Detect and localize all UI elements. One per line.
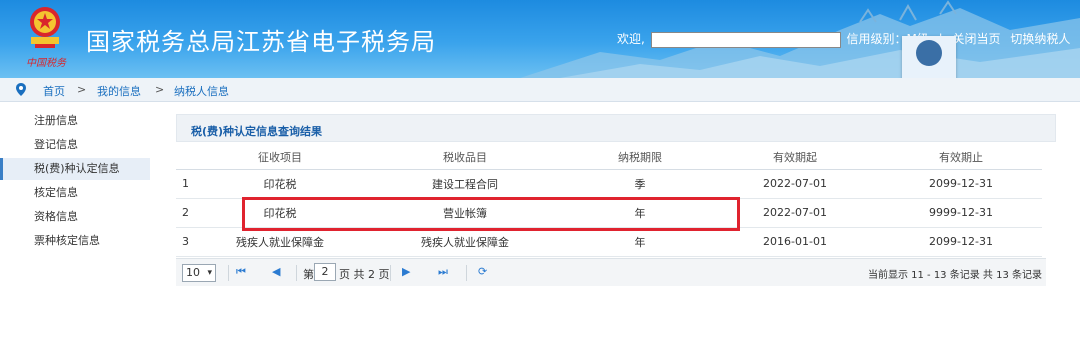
taxpayer-name-field — [650, 31, 841, 48]
next-page-icon[interactable]: ▶ — [402, 265, 410, 278]
user-avatar-icon[interactable] — [902, 36, 956, 78]
page-prefix: 第 — [303, 268, 314, 281]
page-size-value: 10 — [186, 266, 200, 279]
col-header-end: 有效期止 — [880, 145, 1042, 170]
panel-title: 税(费)种认定信息查询结果 — [191, 125, 323, 138]
pagination-bar: 10 ▾ ⏮ ◀ 第 2 页 共 2 页 ▶ ⏭ ⟳ 当前显示 11 - 13 … — [176, 258, 1046, 286]
sidebar-item-qualification[interactable]: 资格信息 — [0, 206, 150, 228]
col-header-index — [176, 145, 200, 170]
page-suffix: 页 共 2 页 — [339, 268, 390, 281]
table-header-row: 征收项目 税收品目 纳税期限 有效期起 有效期止 — [176, 145, 1042, 170]
col-header-start: 有效期起 — [710, 145, 880, 170]
panel-header: 税(费)种认定信息查询结果 — [176, 114, 1056, 142]
site-header: 中国税务 国家税务总局江苏省电子税务局 欢迎, 信用级别：M级 | 关闭当页 切… — [0, 0, 1080, 78]
table-row[interactable]: 1 印花税 建设工程合同 季 2022-07-01 2099-12-31 — [176, 169, 1042, 199]
tax-emblem-icon — [30, 7, 60, 48]
last-page-icon[interactable]: ⏭ — [438, 265, 448, 279]
breadcrumb-my-info[interactable]: 我的信息 — [97, 83, 141, 99]
cell-period: 季 — [570, 169, 710, 199]
welcome-text: 欢迎, — [617, 32, 645, 46]
header-slogan: 中国税务 — [26, 58, 66, 69]
cell-period: 年 — [570, 227, 710, 257]
cell-end: 2099-12-31 — [880, 227, 1042, 257]
table-row[interactable]: 3 残疾人就业保障金 残疾人就业保障金 年 2016-01-01 2099-12… — [176, 227, 1042, 257]
sidebar-item-assessment[interactable]: 核定信息 — [0, 182, 150, 204]
cell-project: 印花税 — [200, 169, 360, 199]
highlight-box — [242, 197, 740, 231]
cell-index: 2 — [176, 198, 200, 228]
sidebar-item-enrollment[interactable]: 登记信息 — [0, 134, 150, 156]
avatar-circle — [916, 40, 942, 66]
site-title: 国家税务总局江苏省电子税务局 — [86, 28, 436, 56]
close-page-link[interactable]: 关闭当页 — [953, 32, 1001, 46]
pager-divider — [228, 265, 229, 281]
breadcrumb-home[interactable]: 首页 — [43, 83, 65, 99]
pager-divider — [296, 265, 297, 281]
col-header-period: 纳税期限 — [570, 145, 710, 170]
chevron-down-icon: ▾ — [207, 268, 212, 278]
breadcrumb: 首页 > 我的信息 > 纳税人信息 — [0, 78, 1080, 102]
user-bar: 欢迎, 信用级别：M级 | 关闭当页 切换纳税人 — [617, 30, 1070, 48]
page-number-input[interactable]: 2 — [314, 263, 336, 281]
cell-item: 建设工程合同 — [360, 169, 570, 199]
record-info: 当前显示 11 - 13 条记录 共 13 条记录 — [867, 270, 1042, 281]
cell-project: 残疾人就业保障金 — [200, 227, 360, 257]
breadcrumb-current[interactable]: 纳税人信息 — [174, 83, 229, 99]
page-size-select[interactable]: 10 ▾ — [182, 264, 216, 282]
cell-end: 2099-12-31 — [880, 169, 1042, 199]
cell-start: 2016-01-01 — [710, 227, 880, 257]
refresh-icon[interactable]: ⟳ — [478, 265, 487, 278]
breadcrumb-separator: > — [77, 83, 87, 96]
cell-end: 9999-12-31 — [880, 198, 1042, 228]
breadcrumb-separator: > — [155, 83, 165, 96]
cell-index: 1 — [176, 169, 200, 199]
first-page-icon[interactable]: ⏮ — [236, 265, 246, 279]
sidebar-item-registration[interactable]: 注册信息 — [0, 110, 150, 132]
col-header-item: 税收品目 — [360, 145, 570, 170]
cell-item: 残疾人就业保障金 — [360, 227, 570, 257]
prev-page-icon[interactable]: ◀ — [272, 265, 280, 278]
pager-divider — [466, 265, 467, 281]
sidebar-item-tax-type[interactable]: 税(费)种认定信息 — [0, 158, 150, 180]
cell-start: 2022-07-01 — [710, 169, 880, 199]
col-header-project: 征收项目 — [200, 145, 360, 170]
pager-divider — [390, 265, 391, 281]
cell-index: 3 — [176, 227, 200, 257]
sidebar-item-invoice-type[interactable]: 票种核定信息 — [0, 230, 150, 252]
location-pin-icon — [16, 83, 26, 96]
switch-taxpayer-link[interactable]: 切换纳税人 — [1010, 32, 1070, 46]
